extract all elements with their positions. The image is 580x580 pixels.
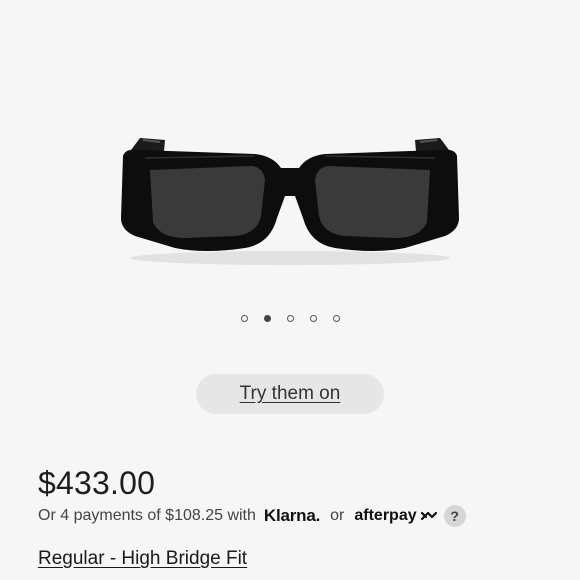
or-text: or (330, 507, 345, 524)
sunglasses-image (121, 138, 459, 265)
carousel-dot-1[interactable] (240, 315, 248, 322)
afterpay-label: afterpay (354, 507, 417, 524)
fit-option-link[interactable]: Regular - High Bridge Fit (38, 548, 247, 570)
carousel-dot-4[interactable] (309, 315, 317, 322)
carousel-dot-5[interactable] (332, 315, 340, 322)
carousel-dot-3[interactable] (286, 315, 294, 322)
product-image-gallery[interactable] (0, 0, 580, 300)
help-icon[interactable]: ? (443, 505, 466, 527)
carousel-dot-2[interactable] (263, 315, 271, 322)
installments-row: Or 4 payments of $108.25 with Klarna. or… (38, 505, 466, 527)
product-price: $433.00 (38, 465, 156, 501)
afterpay-logo[interactable]: afterpay (354, 507, 438, 525)
klarna-logo[interactable]: Klarna. (264, 506, 320, 526)
installments-text: Or 4 payments of $108.25 with (38, 507, 256, 524)
try-them-on-button[interactable]: Try them on (196, 374, 384, 414)
afterpay-arrows-icon (420, 511, 437, 521)
carousel-dots (0, 315, 580, 322)
